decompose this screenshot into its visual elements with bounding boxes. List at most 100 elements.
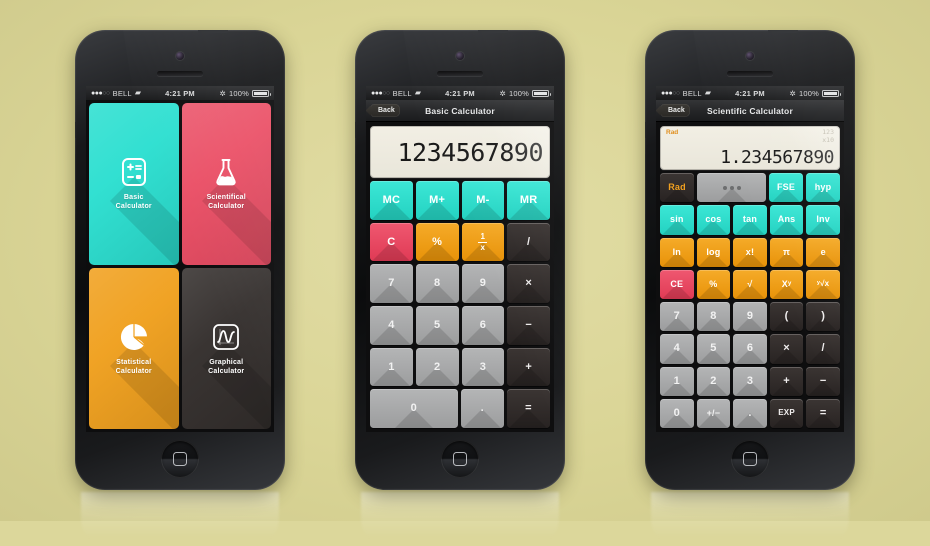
bluetooth-icon: ✲ xyxy=(789,88,797,98)
pie-chart-icon xyxy=(118,321,150,353)
key-1[interactable]: 1 xyxy=(370,347,413,387)
key-6[interactable]: 6 xyxy=(461,306,505,345)
key-factorial[interactable]: x! xyxy=(733,237,767,267)
key-8[interactable]: 8 xyxy=(696,302,731,332)
key-0[interactable]: 0 xyxy=(370,389,458,429)
bluetooth-icon: ✲ xyxy=(219,88,227,98)
key-multiply[interactable]: × xyxy=(507,264,550,304)
silent-switch[interactable] xyxy=(645,122,646,138)
key-ce[interactable]: CE xyxy=(660,269,694,299)
key-add[interactable]: + xyxy=(769,366,804,396)
tile-label: Graphical Calculator xyxy=(208,358,245,375)
volume-up-button[interactable] xyxy=(355,154,356,180)
key-clear[interactable]: C xyxy=(370,222,413,262)
key-hyp[interactable]: hyp xyxy=(806,173,841,203)
key-add[interactable]: + xyxy=(507,347,550,387)
silent-switch[interactable] xyxy=(75,122,76,138)
key-m-minus[interactable]: M- xyxy=(461,181,505,220)
key-divide[interactable]: / xyxy=(507,222,550,262)
key-4[interactable]: 4 xyxy=(660,334,694,364)
earpiece-speaker xyxy=(157,71,203,76)
key-equals[interactable]: = xyxy=(806,398,840,428)
key-7[interactable]: 7 xyxy=(370,264,413,304)
key-square-root[interactable]: √ xyxy=(733,269,767,299)
key-decimal[interactable]: . xyxy=(460,389,504,429)
key-1[interactable]: 1 xyxy=(660,366,694,396)
key-reciprocal[interactable]: 1x xyxy=(461,222,505,262)
keypad-row: 1 2 3 + − xyxy=(660,366,840,396)
home-square-icon xyxy=(173,452,187,466)
key-sign-toggle[interactable]: +/− xyxy=(696,398,731,428)
home-button[interactable] xyxy=(441,440,479,478)
silent-switch[interactable] xyxy=(355,122,356,138)
app-grid: Basic Calculator Scientifical Calculator… xyxy=(86,100,274,432)
tile-long-shadow xyxy=(202,341,271,429)
key-inv[interactable]: Inv xyxy=(806,205,840,235)
key-5[interactable]: 5 xyxy=(415,306,459,345)
key-ans[interactable]: Ans xyxy=(769,205,804,235)
tile-statistical-calculator[interactable]: Statistical Calculator xyxy=(89,267,179,429)
basic-calculator-body: 123 456 789 0 MC M+ M- MR C % 1x / 7 8 9 × … xyxy=(366,122,554,432)
key-percent[interactable]: % xyxy=(415,222,459,262)
key-mc[interactable]: MC xyxy=(370,181,413,220)
key-m-plus[interactable]: M+ xyxy=(415,181,459,220)
calculator-display: Rad 123 x10 1.234567890 xyxy=(660,126,840,170)
key-9[interactable]: 9 xyxy=(461,264,505,304)
tile-label: Basic Calculator xyxy=(115,194,152,211)
key-4[interactable]: 4 xyxy=(370,306,413,345)
key-subtract[interactable]: − xyxy=(507,306,550,345)
key-5[interactable]: 5 xyxy=(696,334,731,364)
key-2[interactable]: 2 xyxy=(696,366,731,396)
volume-down-button[interactable] xyxy=(645,188,646,214)
volume-down-button[interactable] xyxy=(355,188,356,214)
key-more-options[interactable] xyxy=(697,173,767,203)
key-2[interactable]: 2 xyxy=(415,347,459,387)
tile-graphical-calculator[interactable]: Graphical Calculator xyxy=(181,267,271,429)
key-nth-root[interactable]: ʸ√x xyxy=(806,269,840,299)
key-mr[interactable]: MR xyxy=(507,181,550,220)
key-6[interactable]: 6 xyxy=(733,334,767,364)
back-button[interactable]: Back xyxy=(661,104,690,117)
tile-long-shadow xyxy=(109,177,179,265)
tile-scientifical-calculator[interactable]: Scientifical Calculator xyxy=(181,103,271,265)
key-fse[interactable]: FSE xyxy=(769,173,804,203)
graph-curve-icon xyxy=(210,321,242,353)
volume-up-button[interactable] xyxy=(75,154,76,180)
volume-up-button[interactable] xyxy=(645,154,646,180)
key-log[interactable]: log xyxy=(696,237,731,267)
keypad-row: sin cos tan Ans Inv xyxy=(660,205,840,235)
key-paren-open[interactable]: ( xyxy=(769,302,804,332)
key-subtract[interactable]: − xyxy=(806,366,840,396)
key-decimal[interactable]: . xyxy=(733,398,767,428)
power-button[interactable] xyxy=(478,30,508,33)
key-paren-close[interactable]: ) xyxy=(806,302,840,332)
key-rad-mode[interactable]: Rad xyxy=(660,173,694,203)
power-button[interactable] xyxy=(768,30,798,33)
keypad-row: ln log x! π e xyxy=(660,237,840,267)
key-3[interactable]: 3 xyxy=(461,347,505,387)
key-multiply[interactable]: × xyxy=(769,334,804,364)
key-equals[interactable]: = xyxy=(506,389,550,429)
volume-down-button[interactable] xyxy=(75,188,76,214)
key-power[interactable]: Xʸ xyxy=(769,269,804,299)
key-ln[interactable]: ln xyxy=(660,237,694,267)
screen-basic-calculator: ●●●○○ BELL ▰ 4:21 PM ✲ 100% Back Basic C… xyxy=(366,86,554,432)
tile-basic-calculator[interactable]: Basic Calculator xyxy=(89,103,179,265)
key-divide[interactable]: / xyxy=(806,334,840,364)
key-percent[interactable]: % xyxy=(696,269,731,299)
key-8[interactable]: 8 xyxy=(415,264,459,304)
key-pi[interactable]: π xyxy=(769,237,804,267)
key-exp[interactable]: EXP xyxy=(769,398,804,428)
power-button[interactable] xyxy=(198,30,228,33)
back-button[interactable]: Back xyxy=(371,104,400,117)
key-euler[interactable]: e xyxy=(806,237,840,267)
home-button[interactable] xyxy=(731,440,769,478)
key-sin[interactable]: sin xyxy=(660,205,694,235)
key-9[interactable]: 9 xyxy=(733,302,767,332)
key-3[interactable]: 3 xyxy=(733,366,767,396)
key-7[interactable]: 7 xyxy=(660,302,694,332)
key-tan[interactable]: tan xyxy=(733,205,767,235)
key-cos[interactable]: cos xyxy=(696,205,731,235)
home-button[interactable] xyxy=(161,440,199,478)
key-0[interactable]: 0 xyxy=(660,398,694,428)
